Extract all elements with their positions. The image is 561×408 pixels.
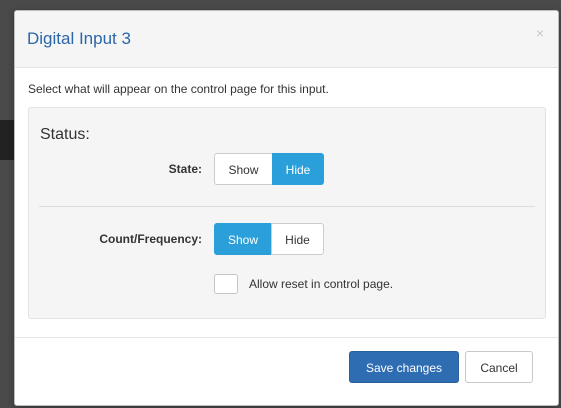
modal-header: Digital Input 3 × <box>15 11 558 68</box>
state-toggle-group: Show Hide <box>214 153 324 185</box>
allow-reset-label: Allow reset in control page. <box>249 277 394 291</box>
count-frequency-hide-button[interactable]: Hide <box>271 223 324 255</box>
status-panel: Status: State: Show Hide Count/Frequency… <box>28 107 546 319</box>
background-overlay-strip <box>0 120 14 160</box>
count-frequency-label: Count/Frequency: <box>99 232 202 246</box>
state-label: State: <box>168 162 202 176</box>
status-heading: Status: <box>40 126 90 143</box>
count-frequency-toggle-group: Show Hide <box>214 223 324 255</box>
modal-description: Select what will appear on the control p… <box>28 82 329 96</box>
close-icon[interactable]: × <box>536 25 544 41</box>
save-changes-button[interactable]: Save changes <box>349 351 459 383</box>
count-frequency-show-button[interactable]: Show <box>214 223 272 255</box>
allow-reset-checkbox[interactable] <box>214 274 238 294</box>
modal-title: Digital Input 3 <box>27 29 131 48</box>
digital-input-modal: Digital Input 3 × Select what will appea… <box>14 10 559 406</box>
footer-divider <box>15 337 558 338</box>
state-hide-button[interactable]: Hide <box>272 153 324 185</box>
state-show-button[interactable]: Show <box>214 153 273 185</box>
cancel-button[interactable]: Cancel <box>465 351 533 383</box>
status-divider <box>39 206 535 207</box>
